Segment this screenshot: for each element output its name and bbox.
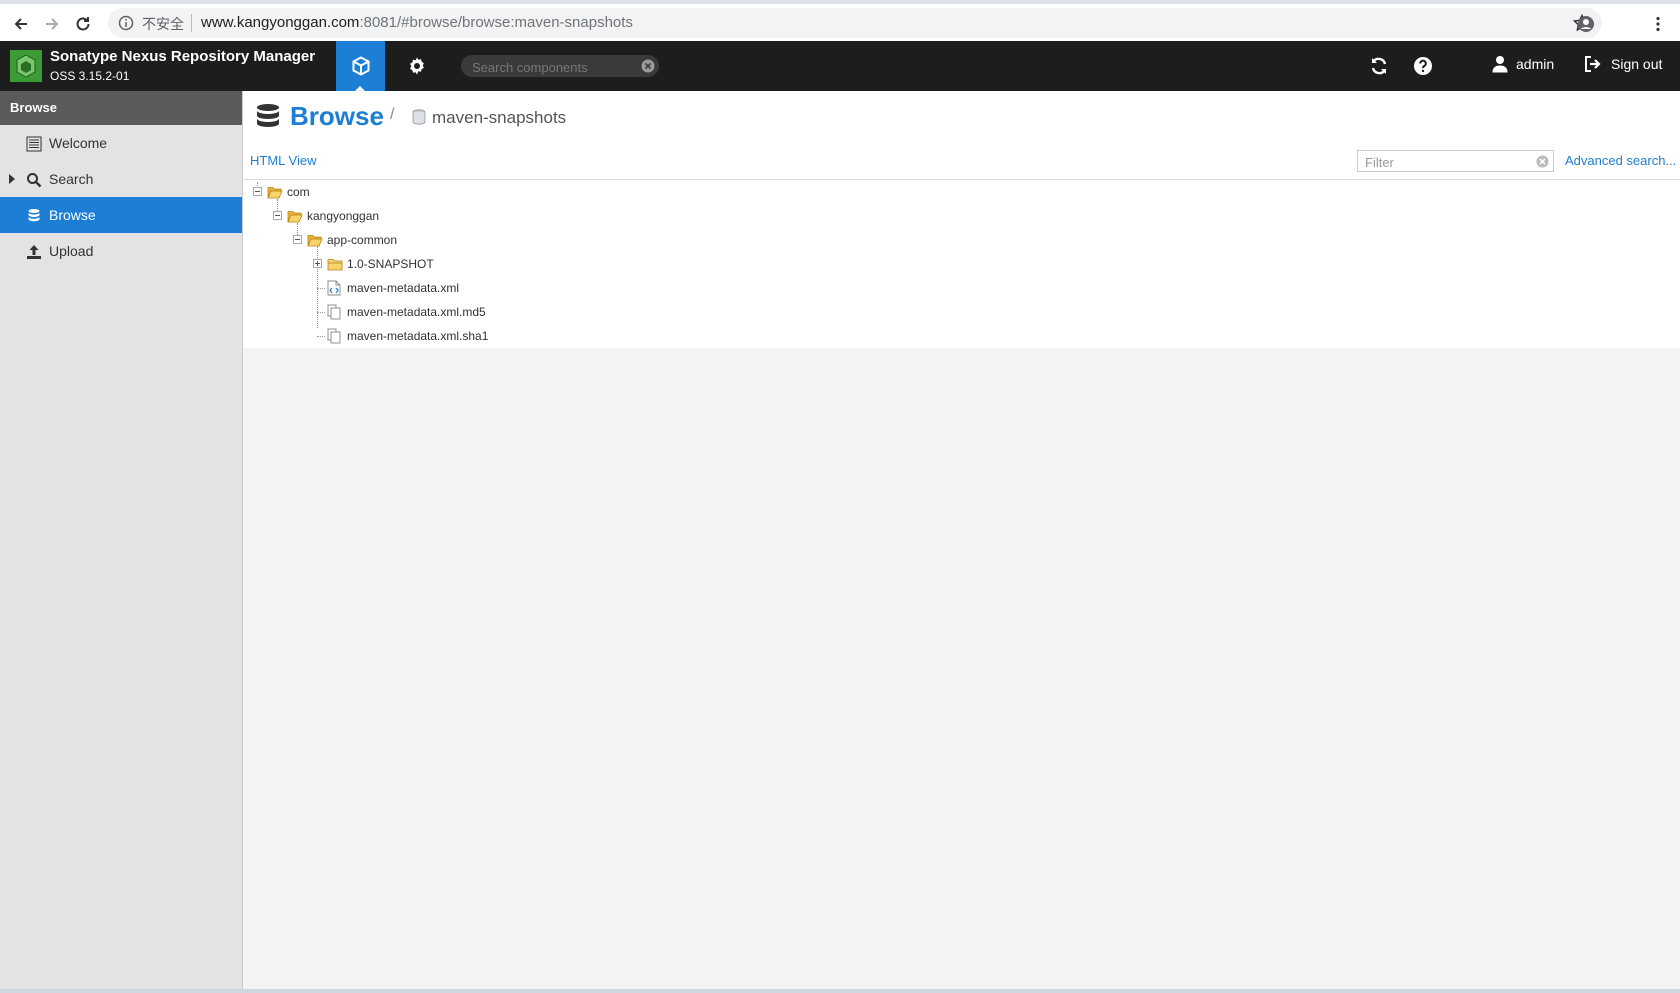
sidebar-item-upload[interactable]: Upload: [0, 233, 242, 269]
repository-icon: [412, 109, 426, 125]
sidebar-item-browse[interactable]: Browse: [0, 197, 242, 233]
filter-input[interactable]: [1363, 153, 1527, 171]
tree-node-kangyonggan[interactable]: kangyonggan: [243, 205, 543, 227]
main-panel: Browse / maven-snapshots HTML View Advan…: [243, 91, 1680, 993]
address-bar[interactable]: 不安全 www.kangyonggan.com:8081/#browse/bro…: [108, 8, 1602, 38]
upload-icon: [27, 245, 41, 259]
database-icon: [28, 209, 40, 222]
tree-node-label: maven-metadata.xml.md5: [347, 305, 486, 319]
sidebar-item-label: Browse: [49, 207, 96, 223]
reload-icon[interactable]: [71, 12, 95, 36]
back-icon[interactable]: [9, 12, 33, 36]
address-divider: [191, 14, 192, 32]
browse-mode-tab[interactable]: [336, 41, 385, 91]
app-name: Sonatype Nexus Repository Manager: [50, 48, 316, 65]
sign-out-icon: [1585, 56, 1601, 72]
admin-mode-tab[interactable]: [395, 41, 439, 91]
forward-icon[interactable]: [40, 12, 64, 36]
sidebar: Browse Welcome Search Browse Upload: [0, 91, 243, 993]
sign-out-button[interactable]: Sign out: [1583, 55, 1662, 73]
tree-node-label: 1.0-SNAPSHOT: [347, 257, 434, 271]
user-menu[interactable]: admin: [1492, 55, 1554, 73]
filter-clear-icon[interactable]: [1536, 155, 1549, 168]
open-folder-icon: [267, 187, 283, 199]
collapse-icon[interactable]: [293, 235, 302, 244]
refresh-icon[interactable]: [1368, 55, 1390, 77]
component-search: [461, 55, 659, 77]
browse-panel: Browse / maven-snapshots HTML View Advan…: [243, 91, 1680, 348]
filter-box: [1357, 150, 1554, 172]
username: admin: [1516, 56, 1555, 72]
tree-node-metadata-sha1[interactable]: maven-metadata.xml.sha1: [243, 325, 543, 347]
file-icon: [327, 328, 341, 344]
breadcrumb-separator: /: [390, 106, 395, 123]
sidebar-title: Browse: [0, 91, 242, 125]
search-icon: [27, 173, 42, 188]
security-label: 不安全: [142, 16, 184, 32]
url-path: :8081/#browse/browse:maven-snapshots: [359, 14, 633, 31]
tree-node-metadata-md5[interactable]: maven-metadata.xml.md5: [243, 301, 543, 323]
database-icon: [257, 104, 279, 127]
cube-icon: [352, 56, 369, 76]
tree-node-app-common[interactable]: app-common: [243, 229, 543, 251]
expand-icon[interactable]: [313, 259, 322, 268]
collapse-icon[interactable]: [253, 187, 262, 196]
user-icon: [1492, 56, 1508, 73]
list-icon: [26, 136, 42, 152]
divider: [243, 179, 1680, 180]
app-header: Sonatype Nexus Repository Manager OSS 3.…: [0, 41, 1680, 91]
app-version: OSS 3.15.2-01: [50, 69, 130, 83]
component-search-input[interactable]: [470, 57, 639, 77]
sidebar-item-label: Welcome: [49, 135, 108, 151]
browser-menu-icon[interactable]: [1646, 12, 1670, 36]
open-folder-icon: [287, 211, 303, 223]
gear-icon: [410, 57, 424, 75]
tree-node-label: kangyonggan: [307, 209, 380, 223]
open-folder-icon: [307, 235, 323, 247]
search-clear-icon[interactable]: [641, 59, 655, 73]
xml-file-icon: [327, 280, 341, 296]
folder-icon: [327, 259, 343, 271]
tree-node-label: maven-metadata.xml.sha1: [347, 329, 489, 343]
tree-node-snapshot[interactable]: 1.0-SNAPSHOT: [243, 253, 543, 275]
browser-toolbar: 不安全 www.kangyonggan.com:8081/#browse/bro…: [0, 0, 1680, 43]
sign-out-label: Sign out: [1611, 56, 1663, 72]
sidebar-item-label: Search: [49, 171, 94, 187]
advanced-search-link[interactable]: Advanced search...: [1565, 153, 1676, 168]
url-host: www.kangyonggan.com: [201, 14, 360, 31]
tree-node-metadata-xml[interactable]: maven-metadata.xml: [243, 277, 543, 299]
url-text[interactable]: www.kangyonggan.com:8081/#browse/browse:…: [201, 14, 633, 31]
taskbar-edge: [0, 989, 1680, 993]
profile-icon[interactable]: [1574, 12, 1598, 36]
sidebar-item-label: Upload: [49, 243, 94, 259]
nexus-logo[interactable]: [10, 50, 42, 82]
help-icon[interactable]: [1412, 55, 1434, 77]
tree-node-label: app-common: [327, 233, 398, 247]
breadcrumb-repository: maven-snapshots: [432, 108, 567, 127]
collapse-icon[interactable]: [273, 211, 282, 220]
tree-node-label: maven-metadata.xml: [347, 281, 460, 295]
sidebar-item-search[interactable]: Search: [0, 161, 242, 197]
html-view-link[interactable]: HTML View: [250, 153, 316, 168]
tree-node-com[interactable]: com: [243, 181, 543, 203]
file-icon: [327, 304, 341, 320]
breadcrumb-browse[interactable]: Browse: [290, 101, 384, 132]
info-icon[interactable]: [118, 15, 134, 31]
expand-arrow-icon[interactable]: [9, 174, 15, 184]
tree-node-label: com: [287, 185, 310, 199]
sidebar-item-welcome[interactable]: Welcome: [0, 125, 242, 161]
